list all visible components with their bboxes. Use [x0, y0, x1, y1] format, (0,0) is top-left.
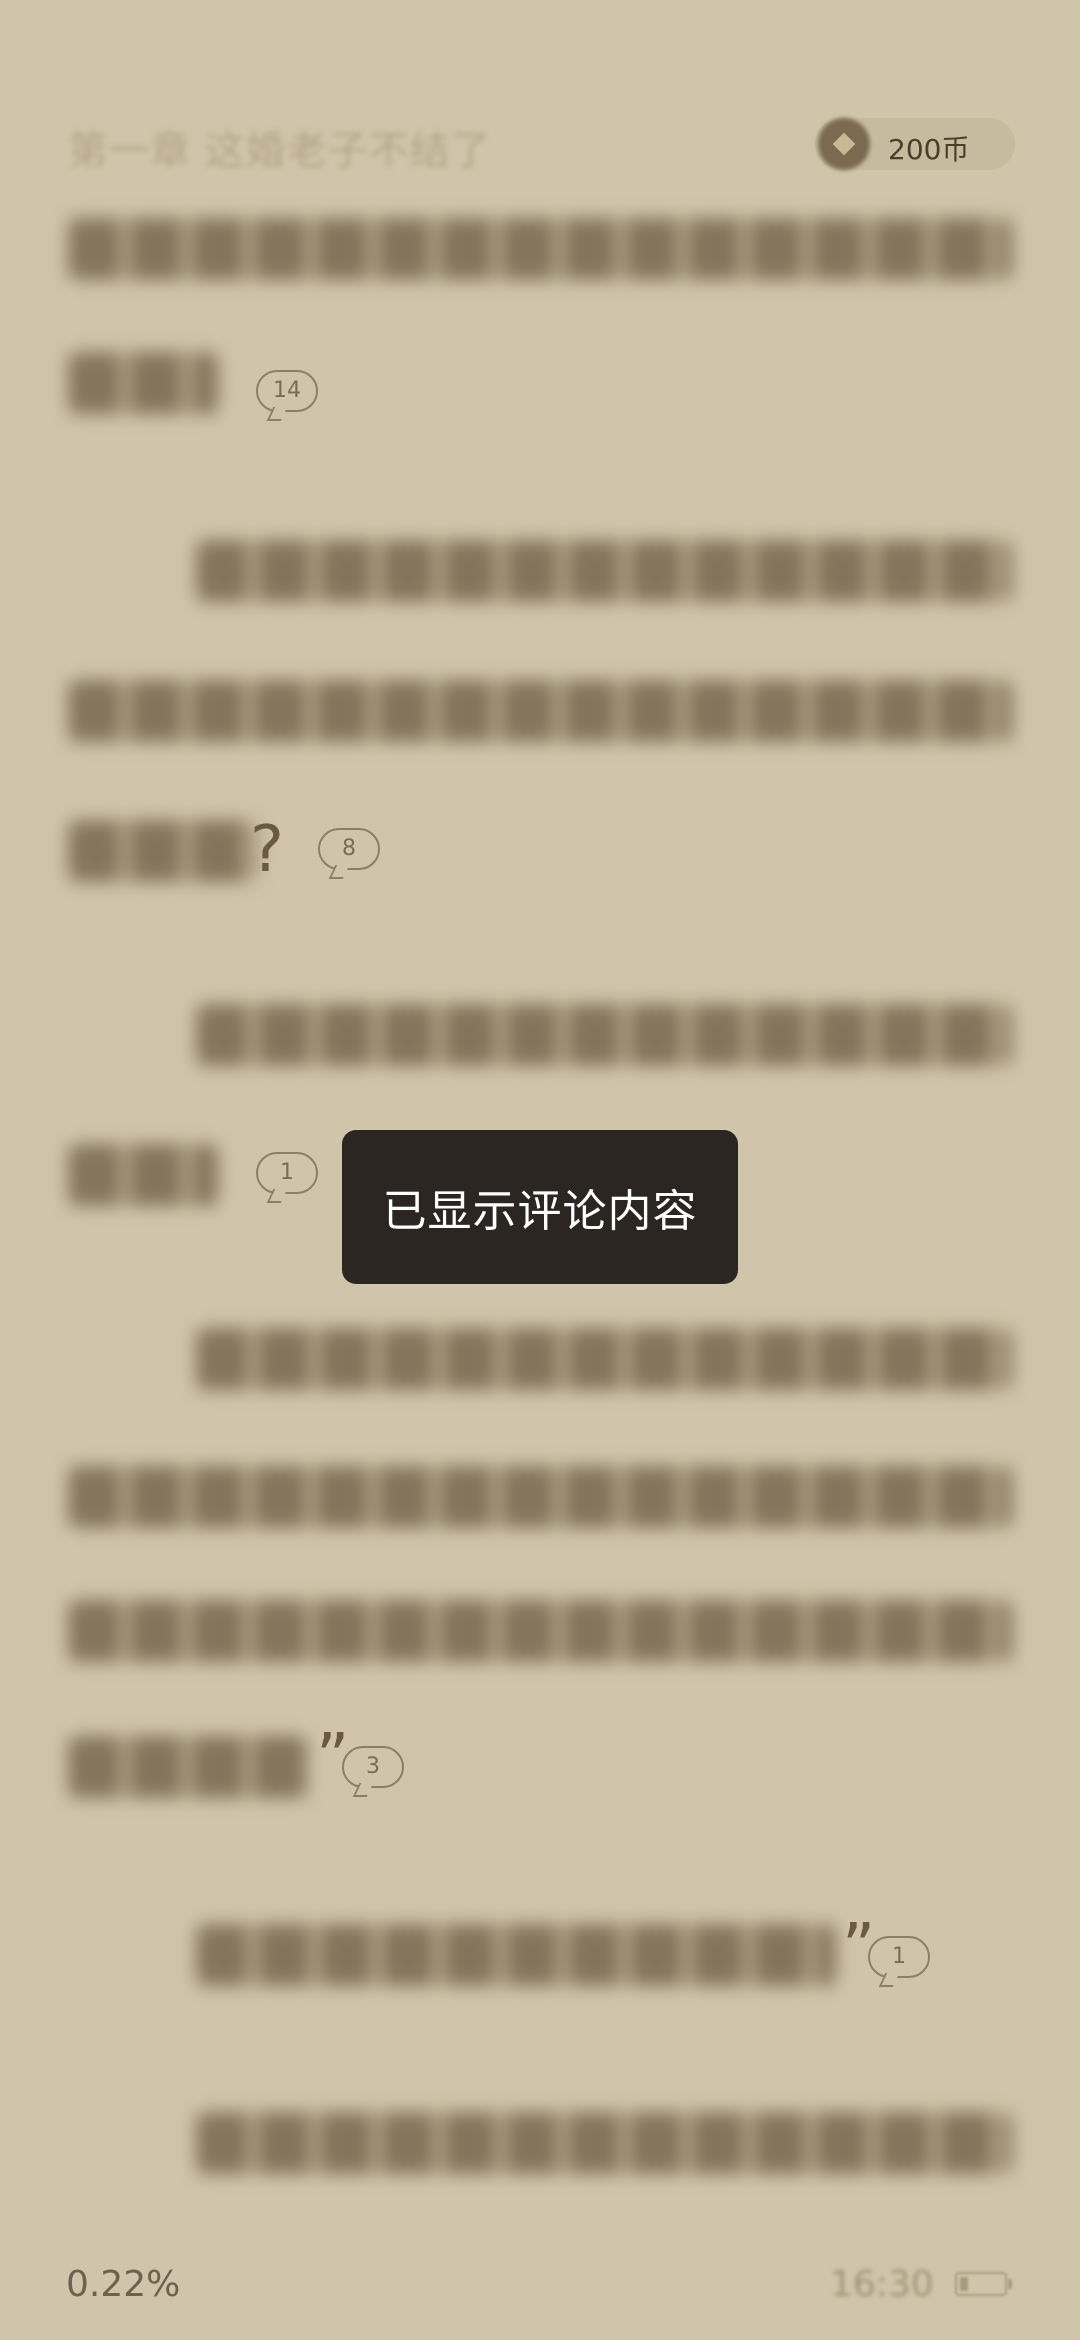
comment-count-bubble[interactable]: 1: [256, 1152, 318, 1203]
comment-count: 1: [280, 1160, 294, 1185]
comment-count-bubble[interactable]: 3: [342, 1746, 404, 1797]
paragraph-text-line: [68, 680, 1012, 742]
coin-balance-label: 200币: [888, 133, 970, 166]
paragraph-text-line: [196, 1924, 836, 1986]
comment-count: 14: [273, 378, 301, 403]
question-mark: ?: [250, 813, 284, 887]
comment-count: 1: [892, 1944, 906, 1969]
paragraph-text-line: [68, 352, 218, 414]
comment-count: 8: [342, 836, 356, 861]
battery-cap: [1008, 2279, 1012, 2289]
paragraph-text-line: [68, 1600, 1012, 1662]
battery-level: [960, 2277, 968, 2291]
reading-progress: 0.22%: [66, 2264, 181, 2305]
paragraph-text-line: [196, 1004, 1012, 1066]
comment-count-bubble[interactable]: 8: [318, 828, 380, 879]
comment-count-bubble[interactable]: 14: [256, 370, 318, 421]
chapter-title: 第一章 这婚老子不结了: [68, 128, 492, 174]
paragraph-text-line: [68, 1736, 308, 1798]
reader-page[interactable]: 第一章 这婚老子不结了 200币 14 ? 8 1 ” 3 ” 1 已显示评论内…: [0, 0, 1080, 2340]
paragraph-text-line: [196, 1328, 1012, 1390]
toast-message: 已显示评论内容: [342, 1130, 738, 1284]
paragraph-text-line: [68, 218, 1012, 280]
comment-count-bubble[interactable]: 1: [868, 1936, 930, 1987]
paragraph-text-line: [196, 540, 1012, 602]
paragraph-text-line: [68, 1466, 1012, 1528]
paragraph-text-line: [68, 1144, 218, 1206]
comment-count: 3: [366, 1754, 380, 1779]
paragraph-text-line: [196, 2112, 1012, 2174]
toast-text: 已显示评论内容: [382, 1186, 698, 1237]
clock: 16:30: [830, 2264, 934, 2305]
paragraph-text-line: [68, 820, 258, 882]
battery-icon: [955, 2272, 1007, 2296]
